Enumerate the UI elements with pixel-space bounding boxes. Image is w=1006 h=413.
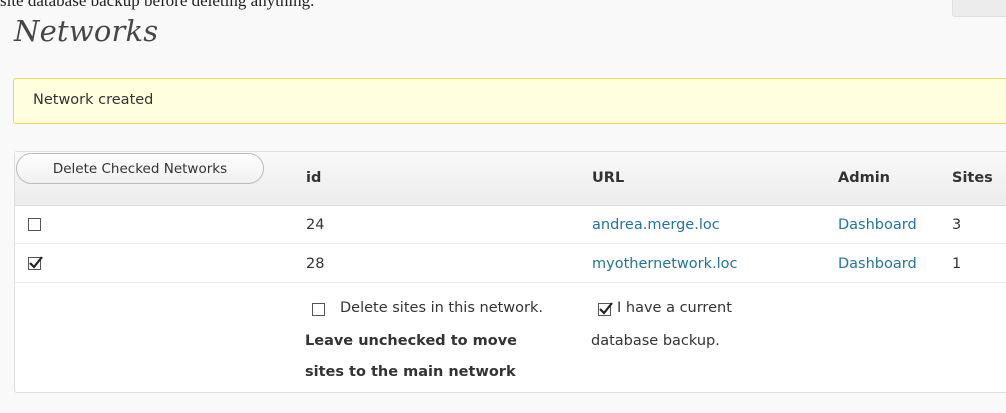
header-sites: Sites: [952, 170, 993, 186]
row-sites-count: 1: [952, 256, 962, 272]
row-sites-count: 3: [952, 217, 962, 233]
row-dashboard-link[interactable]: Dashboard: [838, 256, 917, 272]
row-delete-checkbox[interactable]: [28, 256, 43, 270]
table-row: 24 andrea.merge.loc Dashboard 3: [15, 205, 1006, 244]
header-id: id: [306, 170, 322, 186]
networks-table: delete id URL Admin Sites 24 andrea.merg…: [14, 151, 1006, 393]
backup-label-line2: database backup.: [591, 333, 720, 349]
row-id: 24: [306, 217, 325, 233]
row-dashboard-link[interactable]: Dashboard: [838, 217, 917, 233]
row-id: 28: [306, 256, 325, 272]
delete-sites-label: Delete sites in this network.: [340, 300, 543, 316]
header-admin: Admin: [838, 170, 891, 186]
backup-confirm-checkbox[interactable]: [598, 302, 613, 316]
delete-sites-checkbox[interactable]: [312, 303, 325, 316]
table-row: 28 myothernetwork.loc Dashboard 1: [15, 244, 1006, 283]
checkmark-icon: [29, 256, 43, 269]
checkmark-icon: [599, 302, 613, 315]
notice-text: Network created: [33, 92, 154, 108]
help-tab[interactable]: [952, 0, 1006, 17]
delete-checked-networks-button[interactable]: Delete Checked Networks: [16, 153, 264, 184]
cut-off-top-text: site database backup before deleting any…: [0, 0, 315, 10]
delete-sites-note-line2: sites to the main network: [305, 364, 516, 380]
delete-sites-note-line1: Leave unchecked to move: [305, 333, 517, 349]
backup-label-line1: I have a current: [617, 300, 732, 316]
page-title: Networks: [14, 14, 159, 48]
row-url-link[interactable]: myothernetwork.loc: [592, 256, 737, 272]
updated-notice: Network created: [13, 78, 1006, 124]
row-delete-checkbox[interactable]: [28, 218, 41, 231]
row-url-link[interactable]: andrea.merge.loc: [592, 217, 720, 233]
header-url: URL: [592, 170, 625, 186]
